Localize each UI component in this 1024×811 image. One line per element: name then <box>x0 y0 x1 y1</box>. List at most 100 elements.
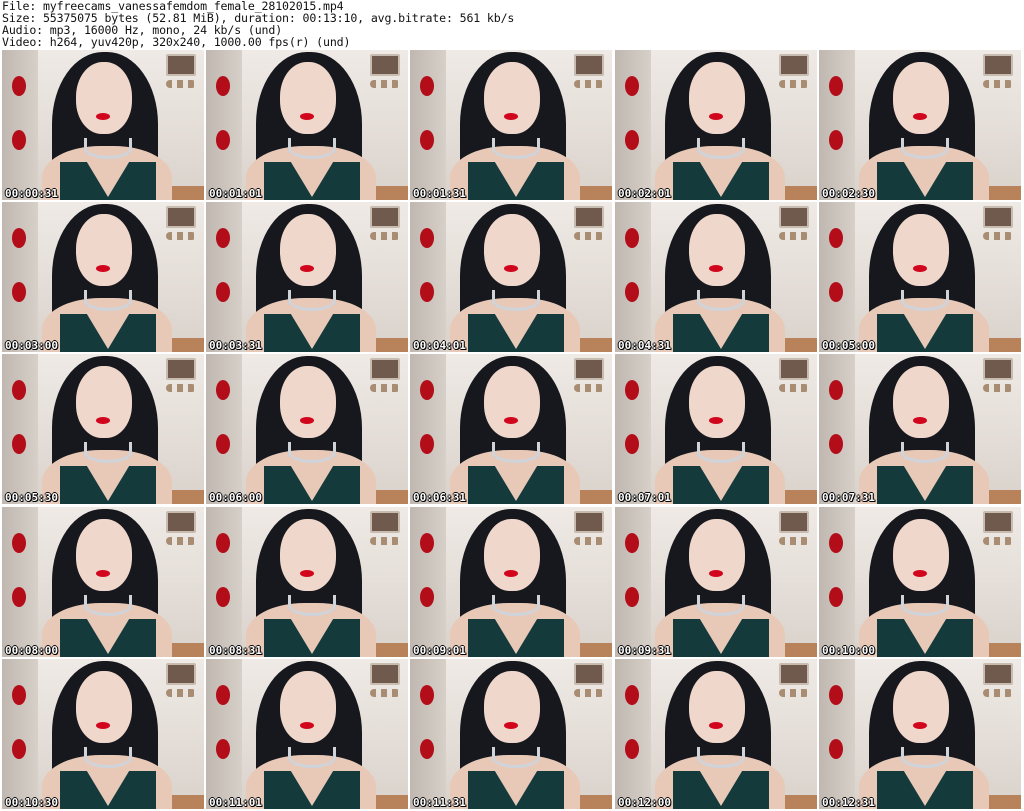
necklace <box>697 290 745 311</box>
video-thumbnail: 00:12:00 <box>615 659 817 809</box>
lips-decoration <box>216 533 230 553</box>
face <box>893 62 949 134</box>
lips-decoration <box>12 76 26 96</box>
face <box>893 366 949 438</box>
thumbnail-timestamp: 00:08:00 <box>5 644 58 657</box>
wall-decoration <box>206 50 242 200</box>
thumbnail-timestamp: 00:08:31 <box>209 644 262 657</box>
lips-decoration <box>420 380 434 400</box>
wall-decoration <box>2 507 38 657</box>
face <box>76 366 132 438</box>
necklace <box>84 747 132 768</box>
wall-decoration <box>206 354 242 504</box>
wall-sign <box>574 54 604 76</box>
thumbnail-timestamp: 00:07:31 <box>822 491 875 504</box>
lips-decoration <box>216 434 230 454</box>
red-lips <box>504 417 518 424</box>
necklace <box>288 442 336 463</box>
wall-sign <box>370 206 400 228</box>
video-thumbnail: 00:11:31 <box>410 659 612 809</box>
video-thumbnail: 00:05:00 <box>819 202 1021 352</box>
wall-sign <box>779 54 809 76</box>
video-thumbnail: 00:07:31 <box>819 354 1021 504</box>
wall-sign <box>574 663 604 685</box>
wall-decoration <box>2 659 38 809</box>
wall-sign <box>166 511 196 533</box>
red-lips <box>504 722 518 729</box>
necklace <box>288 138 336 159</box>
wall-hooks <box>370 384 400 392</box>
thumbnail-timestamp: 00:00:31 <box>5 187 58 200</box>
thumbnail-timestamp: 00:10:00 <box>822 644 875 657</box>
wall-decoration <box>615 507 651 657</box>
wall-decoration <box>615 50 651 200</box>
thumbnail-timestamp: 00:03:00 <box>5 339 58 352</box>
red-lips <box>96 417 110 424</box>
face <box>280 671 336 743</box>
video-thumbnail: 00:07:01 <box>615 354 817 504</box>
lips-decoration <box>420 76 434 96</box>
wall-sign <box>370 663 400 685</box>
wall-hooks <box>166 80 196 88</box>
wall-decoration <box>410 659 446 809</box>
red-lips <box>300 570 314 577</box>
lips-decoration <box>12 587 26 607</box>
red-lips <box>96 113 110 120</box>
lips-decoration <box>829 685 843 705</box>
wall-decoration <box>206 507 242 657</box>
video-thumbnail: 00:06:31 <box>410 354 612 504</box>
face <box>484 671 540 743</box>
face <box>689 671 745 743</box>
wall-sign <box>574 358 604 380</box>
thumbnail-timestamp: 00:04:31 <box>618 339 671 352</box>
video-thumbnail: 00:01:31 <box>410 50 612 200</box>
face <box>484 214 540 286</box>
video-thumbnail: 00:02:30 <box>819 50 1021 200</box>
wall-decoration <box>206 202 242 352</box>
lips-decoration <box>420 685 434 705</box>
lips-decoration <box>12 739 26 759</box>
wall-decoration <box>819 507 855 657</box>
wall-decoration <box>819 202 855 352</box>
necklace <box>84 595 132 616</box>
wall-sign <box>574 206 604 228</box>
wall-decoration <box>819 354 855 504</box>
red-lips <box>96 722 110 729</box>
red-lips <box>300 722 314 729</box>
necklace <box>697 138 745 159</box>
red-lips <box>913 722 927 729</box>
lips-decoration <box>12 380 26 400</box>
lips-decoration <box>420 533 434 553</box>
necklace <box>697 595 745 616</box>
lips-decoration <box>420 228 434 248</box>
lips-decoration <box>829 282 843 302</box>
face <box>76 214 132 286</box>
thumbnail-timestamp: 00:06:31 <box>413 491 466 504</box>
necklace <box>901 442 949 463</box>
lips-decoration <box>829 587 843 607</box>
lips-decoration <box>12 685 26 705</box>
wall-sign <box>983 663 1013 685</box>
video-thumbnail: 00:12:31 <box>819 659 1021 809</box>
wall-sign <box>574 511 604 533</box>
thumbnail-timestamp: 00:01:31 <box>413 187 466 200</box>
face <box>689 214 745 286</box>
lips-decoration <box>625 685 639 705</box>
video-thumbnail: 00:05:30 <box>2 354 204 504</box>
red-lips <box>709 265 723 272</box>
thumbnail-timestamp: 00:01:01 <box>209 187 262 200</box>
lips-decoration <box>829 76 843 96</box>
red-lips <box>504 113 518 120</box>
necklace <box>288 290 336 311</box>
wall-decoration <box>615 659 651 809</box>
wall-hooks <box>983 232 1013 240</box>
video-thumbnail: 00:11:01 <box>206 659 408 809</box>
video-thumbnail: 00:08:00 <box>2 507 204 657</box>
video-thumbnail: 00:04:01 <box>410 202 612 352</box>
wall-hooks <box>166 537 196 545</box>
face <box>689 519 745 591</box>
wall-sign <box>166 663 196 685</box>
wall-hooks <box>166 384 196 392</box>
thumbnail-timestamp: 00:07:01 <box>618 491 671 504</box>
red-lips <box>504 570 518 577</box>
